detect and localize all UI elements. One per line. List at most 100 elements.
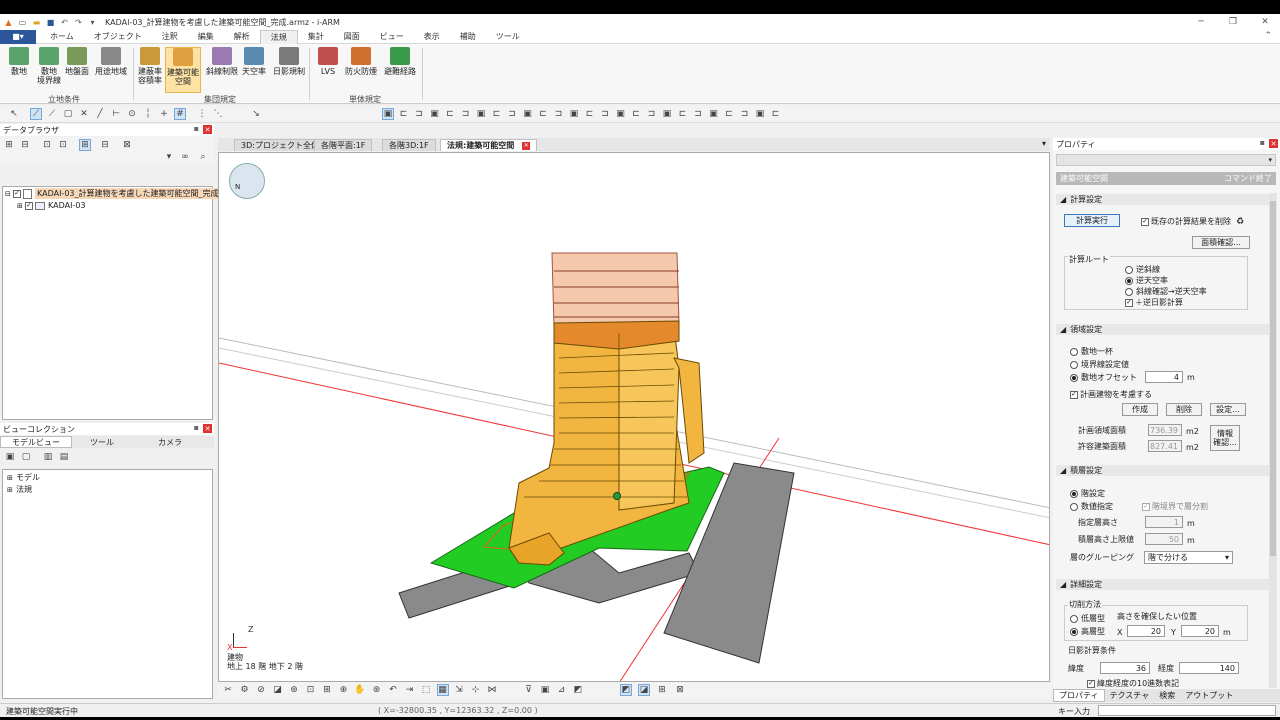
view-tool-icon[interactable]: ⚙: [239, 684, 251, 696]
radio-button[interactable]: [1070, 627, 1078, 636]
snap-tool-icon[interactable]: ⊐: [413, 108, 425, 120]
ribbon-tab[interactable]: 表示: [414, 30, 450, 44]
copy-view-icon[interactable]: ▢: [20, 451, 32, 463]
section-calc-settings[interactable]: ◢ 計算設定: [1056, 194, 1272, 205]
ribbon-button[interactable]: 地盤面: [64, 47, 90, 93]
tree-sort-icon[interactable]: ⊟: [99, 139, 111, 151]
maximize-button[interactable]: ❐: [1216, 14, 1250, 30]
snap-tool-icon[interactable]: ▣: [522, 108, 534, 120]
view-tool-icon[interactable]: ⊕: [338, 684, 350, 696]
draw-tool-icon[interactable]: ⋱: [212, 108, 224, 120]
file-menu-button[interactable]: ■▾: [0, 29, 36, 44]
layer-limit-input[interactable]: 50: [1145, 533, 1183, 545]
expand-icon[interactable]: ⊞: [7, 486, 16, 494]
snap-tool-icon[interactable]: ⊐: [553, 108, 565, 120]
view-tool-icon[interactable]: ⊛: [288, 684, 300, 696]
ribbon-button[interactable]: 日影規制: [270, 47, 308, 93]
expand-icon[interactable]: ⊞: [7, 474, 16, 482]
draw-tool-icon[interactable]: ▢: [62, 108, 74, 120]
bottom-tab[interactable]: アウトプット: [1180, 689, 1238, 702]
view-tool-icon[interactable]: ⊹: [470, 684, 482, 696]
snap-tool-icon[interactable]: ⊏: [491, 108, 503, 120]
tree-filter-icon[interactable]: ⊠: [121, 139, 133, 151]
tab-tools[interactable]: ツール: [72, 436, 132, 448]
view-tool-icon[interactable]: ▦: [436, 684, 449, 696]
ribbon-tab[interactable]: ホーム: [40, 30, 84, 44]
radio-button[interactable]: [1070, 614, 1078, 623]
ribbon-tab[interactable]: ツール: [486, 30, 530, 44]
ribbon-button[interactable]: 建築可能 空間: [165, 47, 201, 93]
scrollbar-thumb[interactable]: [1270, 201, 1276, 556]
layer-radio[interactable]: 階設定: [1070, 488, 1105, 499]
find-icon[interactable]: ⌕: [197, 151, 209, 163]
tab-3d-project[interactable]: 3D:プロジェクト全体: [234, 139, 326, 151]
view-tool-icon[interactable]: ⊞: [321, 684, 333, 696]
snap-tool-icon[interactable]: ⊏: [444, 108, 456, 120]
tree-link-icon[interactable]: ⊟: [19, 139, 31, 151]
view-tool-icon[interactable]: ⊛: [371, 684, 383, 696]
region-radio[interactable]: 境界線設定値: [1070, 359, 1129, 370]
draw-tool-icon[interactable]: ↖: [8, 108, 20, 120]
minimize-button[interactable]: ─: [1184, 14, 1218, 30]
lock-icon[interactable]: ⊡: [41, 139, 53, 151]
bottom-tab[interactable]: プロパティ: [1053, 689, 1105, 702]
offset-input[interactable]: 4: [1145, 371, 1183, 383]
binoculars-icon[interactable]: ∞: [179, 151, 191, 163]
snap-tool-icon[interactable]: ⊐: [506, 108, 518, 120]
ribbon-button[interactable]: 建蔽率 容積率: [136, 47, 164, 93]
pin-icon[interactable]: ▪: [1260, 138, 1265, 147]
region-radio[interactable]: 敷地オフセット: [1070, 372, 1137, 383]
view-tool-icon[interactable]: ✋: [354, 684, 366, 696]
visibility-checkbox[interactable]: ✓: [13, 189, 21, 198]
snap-tool-icon[interactable]: ⊐: [646, 108, 658, 120]
draw-tool-icon[interactable]: ⟋: [46, 108, 58, 120]
draw-tool-icon[interactable]: +: [158, 108, 170, 120]
close-panel-icon[interactable]: ✕: [203, 424, 212, 433]
view-tool-icon[interactable]: ◪: [272, 684, 284, 696]
view-tool-icon[interactable]: ⊠: [674, 684, 686, 696]
tab-camera[interactable]: カメラ: [140, 436, 200, 448]
draw-tool-icon[interactable]: ↘: [250, 108, 262, 120]
delete-button[interactable]: 削除: [1166, 403, 1202, 416]
snap-tool-icon[interactable]: ▣: [429, 108, 441, 120]
undo-icon[interactable]: ↶: [59, 17, 70, 28]
cut-method-radio[interactable]: 低層型: [1070, 613, 1105, 624]
ribbon-tab[interactable]: 補助: [450, 30, 486, 44]
tree-item-regulation-views[interactable]: ⊞ 法規: [7, 484, 32, 495]
ribbon-tab[interactable]: 法規: [259, 29, 298, 44]
region-radio[interactable]: 敷地一杯: [1070, 346, 1113, 357]
ribbon-button[interactable]: 敷地: [6, 47, 32, 93]
area-check-button[interactable]: 面積確認...: [1192, 236, 1250, 249]
radio-button[interactable]: [1125, 265, 1133, 274]
layer-height-input[interactable]: 1: [1145, 516, 1183, 528]
close-button[interactable]: ✕: [1248, 14, 1280, 30]
pin-icon[interactable]: ▪: [194, 124, 199, 133]
draw-tool-icon[interactable]: #: [174, 108, 186, 120]
y-input[interactable]: 20: [1181, 625, 1219, 637]
key-input-field[interactable]: [1098, 705, 1276, 716]
snap-tool-icon[interactable]: ⊏: [723, 108, 735, 120]
visibility-checkbox[interactable]: ✓: [25, 201, 33, 210]
layer-radio[interactable]: 数値指定: [1070, 501, 1113, 512]
ribbon-collapse-icon[interactable]: ⌃: [1264, 31, 1272, 41]
draw-tool-icon[interactable]: ⋮: [196, 108, 208, 120]
view-tool-icon[interactable]: ⋈: [486, 684, 498, 696]
tab-floor-plan-1f[interactable]: 各階平面:1F: [314, 139, 373, 151]
bottom-tab[interactable]: 検索: [1154, 689, 1180, 702]
expand-icon[interactable]: ⊞: [17, 202, 25, 210]
snap-tool-icon[interactable]: ▣: [615, 108, 627, 120]
view-tool-icon[interactable]: ⊡: [305, 684, 317, 696]
settings-button[interactable]: 設定...: [1210, 403, 1246, 416]
tree-view-icon[interactable]: ⊞: [79, 139, 91, 151]
snap-tool-icon[interactable]: ⊏: [584, 108, 596, 120]
tree-item-model[interactable]: ⊞ ✓ KADAI-03: [17, 200, 86, 211]
tree-item-model-views[interactable]: ⊞ モデル: [7, 472, 40, 483]
ribbon-button[interactable]: 用途地域: [91, 47, 131, 93]
save-view-icon[interactable]: ▥: [42, 451, 54, 463]
ribbon-button[interactable]: 防火防煙: [343, 47, 379, 93]
snap-tool-icon[interactable]: ⊏: [398, 108, 410, 120]
new-file-icon[interactable]: ▭: [17, 17, 28, 28]
split-by-floor-checkbox[interactable]: ✓ 階境界で層分割: [1142, 501, 1208, 512]
radio-button[interactable]: [1070, 489, 1078, 498]
calc-route-radio[interactable]: 斜線確認→逆天空率: [1125, 286, 1207, 297]
